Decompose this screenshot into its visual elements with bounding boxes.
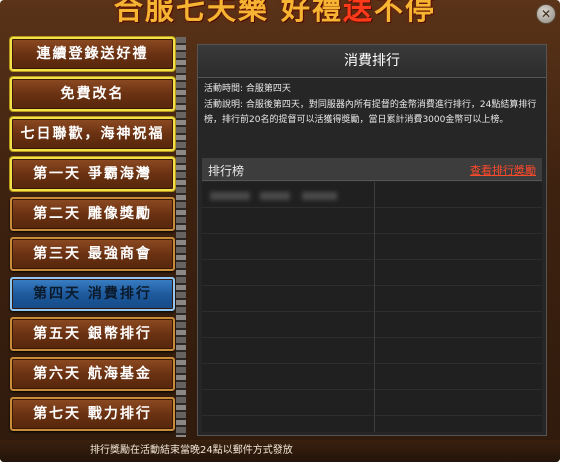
view-rewards-link[interactable]: 查看排行獎勵 (470, 162, 536, 178)
banner-text-1: 合服七天樂 好禮 (113, 0, 344, 26)
footer-note: 排行獎勵在活動結束當晚24點以郵件方式發放 (0, 440, 560, 462)
sidebar-item-day7[interactable]: 第七天 戰力排行 (10, 397, 175, 431)
blurred-entry (302, 192, 337, 200)
ranking-table (202, 182, 542, 432)
event-time: 活動時間: 合服第四天 (204, 84, 291, 94)
chain-divider (176, 37, 186, 437)
sidebar-item-login-gift[interactable]: 連續登錄送好禮 (10, 37, 175, 71)
banner-text-2: 送 (343, 0, 375, 26)
sidebar-item-day4[interactable]: 第四天 消費排行 (10, 277, 175, 311)
sidebar-item-day6[interactable]: 第六天 航海基金 (10, 357, 175, 391)
event-info: 活動時間: 合服第四天 活動說明: 合服後第四天，對同服器內所有提督的金幣消費進… (198, 78, 546, 128)
ranking-title: 排行榜 (208, 164, 245, 178)
sidebar-item-day1[interactable]: 第一天 爭霸海灣 (10, 157, 175, 191)
sidebar-item-seven-day-celebration[interactable]: 七日聯歡，海神祝福 (10, 117, 175, 151)
close-button[interactable]: ✕ (536, 4, 556, 24)
event-description: 活動說明: 合服後第四天，對同服器內所有提督的金幣消費進行排行，24點結算排行榜… (204, 100, 537, 125)
content-panel: 消費排行 活動時間: 合服第四天 活動說明: 合服後第四天，對同服器內所有提督的… (197, 44, 547, 436)
sidebar-item-free-rename[interactable]: 免費改名 (10, 77, 175, 111)
blurred-entry (260, 192, 290, 200)
sidebar-item-day2[interactable]: 第二天 雕像獎勵 (10, 197, 175, 231)
blurred-entry (210, 192, 250, 200)
event-banner-title: 合服七天樂 好禮送不停 (40, 0, 510, 26)
close-icon: ✕ (540, 7, 552, 21)
sidebar-item-day5[interactable]: 第五天 銀幣排行 (10, 317, 175, 351)
event-window: 合服七天樂 好禮送不停 ✕ 連續登錄送好禮 免費改名 七日聯歡，海神祝福 第一天… (0, 0, 560, 462)
event-sidebar: 連續登錄送好禮 免費改名 七日聯歡，海神祝福 第一天 爭霸海灣 第二天 雕像獎勵… (10, 37, 175, 437)
ranking-header: 排行榜 查看排行獎勵 (202, 158, 542, 181)
banner-text-3: 不停 (374, 0, 437, 26)
sidebar-item-day3[interactable]: 第三天 最強商會 (10, 237, 175, 271)
column-divider (374, 182, 375, 432)
panel-title: 消費排行 (198, 45, 546, 78)
